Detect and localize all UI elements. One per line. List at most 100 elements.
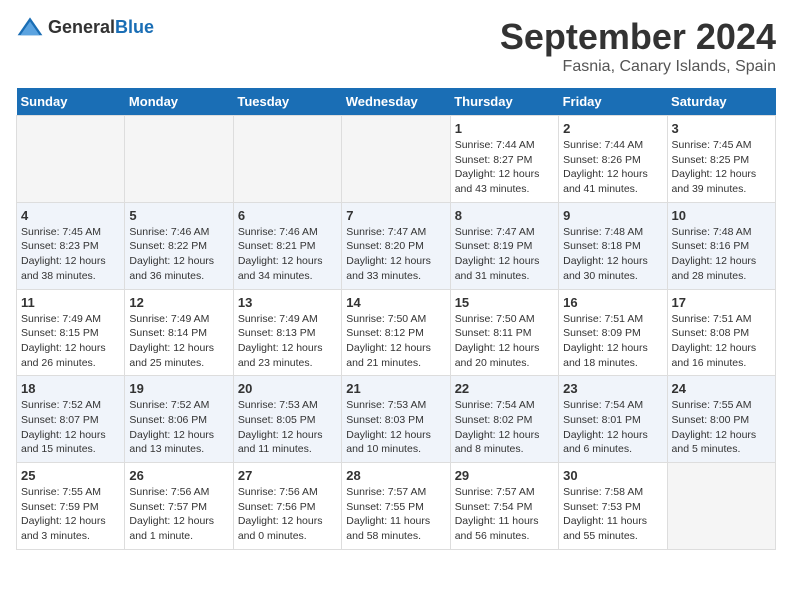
- day-cell-3: 3 Sunrise: 7:45 AMSunset: 8:25 PMDaylight…: [667, 116, 775, 203]
- day-cell-16: 16Sunrise: 7:51 AMSunset: 8:09 PMDayligh…: [559, 289, 667, 376]
- day-detail: Sunrise: 7:49 AMSunset: 8:15 PMDaylight:…: [21, 313, 106, 369]
- day-detail: Sunrise: 7:51 AMSunset: 8:08 PMDaylight:…: [672, 313, 757, 369]
- day-number: 8: [455, 208, 554, 223]
- day-cell-9: 9 Sunrise: 7:48 AMSunset: 8:18 PMDaylight…: [559, 202, 667, 289]
- logo-icon: [16, 16, 44, 38]
- day-detail: Sunrise: 7:56 AMSunset: 7:56 PMDaylight:…: [238, 486, 323, 542]
- day-number: 26: [129, 468, 228, 483]
- day-detail: Sunrise: 7:48 AMSunset: 8:16 PMDaylight:…: [672, 226, 757, 282]
- day-cell-10: 10 Sunrise: 7:48 AMSunset: 8:16 PMDayligh…: [667, 202, 775, 289]
- day-number: 14: [346, 295, 445, 310]
- day-number: 25: [21, 468, 120, 483]
- week-row-5: 25 Sunrise: 7:55 AMSunset: 7:59 PMDayligh…: [17, 463, 776, 550]
- day-cell-8: 8 Sunrise: 7:47 AMSunset: 8:19 PMDaylight…: [450, 202, 558, 289]
- day-detail: Sunrise: 7:57 AMSunset: 7:55 PMDaylight:…: [346, 486, 430, 542]
- day-detail: Sunrise: 7:56 AMSunset: 7:57 PMDaylight:…: [129, 486, 214, 542]
- calendar-title: September 2024: [500, 16, 776, 58]
- day-number: 20: [238, 381, 337, 396]
- day-number: 28: [346, 468, 445, 483]
- calendar-subtitle: Fasnia, Canary Islands, Spain: [500, 58, 776, 76]
- header-col-saturday: Saturday: [667, 88, 775, 116]
- day-cell-27: 27 Sunrise: 7:56 AMSunset: 7:56 PMDayligh…: [233, 463, 341, 550]
- day-cell-5: 5 Sunrise: 7:46 AMSunset: 8:22 PMDaylight…: [125, 202, 233, 289]
- day-number: 9: [563, 208, 662, 223]
- day-detail: Sunrise: 7:49 AMSunset: 8:14 PMDaylight:…: [129, 313, 214, 369]
- day-number: 16: [563, 295, 662, 310]
- day-detail: Sunrise: 7:53 AMSunset: 8:05 PMDaylight:…: [238, 399, 323, 455]
- day-number: 7: [346, 208, 445, 223]
- day-detail: Sunrise: 7:52 AMSunset: 8:06 PMDaylight:…: [129, 399, 214, 455]
- empty-cell: [125, 116, 233, 203]
- day-cell-20: 20 Sunrise: 7:53 AMSunset: 8:05 PMDayligh…: [233, 376, 341, 463]
- logo-general-text: General: [48, 17, 115, 37]
- day-number: 21: [346, 381, 445, 396]
- day-number: 18: [21, 381, 120, 396]
- day-number: 6: [238, 208, 337, 223]
- day-number: 1: [455, 121, 554, 136]
- day-number: 3: [672, 121, 771, 136]
- day-detail: Sunrise: 7:55 AMSunset: 7:59 PMDaylight:…: [21, 486, 106, 542]
- day-cell-28: 28 Sunrise: 7:57 AMSunset: 7:55 PMDayligh…: [342, 463, 450, 550]
- day-number: 17: [672, 295, 771, 310]
- day-detail: Sunrise: 7:50 AMSunset: 8:11 PMDaylight:…: [455, 313, 540, 369]
- day-detail: Sunrise: 7:52 AMSunset: 8:07 PMDaylight:…: [21, 399, 106, 455]
- day-detail: Sunrise: 7:46 AMSunset: 8:22 PMDaylight:…: [129, 226, 214, 282]
- day-detail: Sunrise: 7:48 AMSunset: 8:18 PMDaylight:…: [563, 226, 648, 282]
- week-row-3: 11 Sunrise: 7:49 AMSunset: 8:15 PMDayligh…: [17, 289, 776, 376]
- title-section: September 2024 Fasnia, Canary Islands, S…: [500, 16, 776, 76]
- day-number: 24: [672, 381, 771, 396]
- day-number: 27: [238, 468, 337, 483]
- day-number: 13: [238, 295, 337, 310]
- day-cell-25: 25 Sunrise: 7:55 AMSunset: 7:59 PMDayligh…: [17, 463, 125, 550]
- day-cell-12: 12 Sunrise: 7:49 AMSunset: 8:14 PMDayligh…: [125, 289, 233, 376]
- day-number: 30: [563, 468, 662, 483]
- calendar-table: SundayMondayTuesdayWednesdayThursdayFrid…: [16, 88, 776, 550]
- day-number: 12: [129, 295, 228, 310]
- empty-cell: [233, 116, 341, 203]
- day-number: 10: [672, 208, 771, 223]
- day-cell-21: 21 Sunrise: 7:53 AMSunset: 8:03 PMDayligh…: [342, 376, 450, 463]
- day-cell-1: 1Sunrise: 7:44 AMSunset: 8:27 PMDaylight…: [450, 116, 558, 203]
- empty-cell: [342, 116, 450, 203]
- page-header: GeneralBlue September 2024 Fasnia, Canar…: [16, 16, 776, 76]
- day-cell-29: 29 Sunrise: 7:57 AMSunset: 7:54 PMDayligh…: [450, 463, 558, 550]
- empty-cell: [667, 463, 775, 550]
- day-detail: Sunrise: 7:47 AMSunset: 8:19 PMDaylight:…: [455, 226, 540, 282]
- day-cell-4: 4 Sunrise: 7:45 AMSunset: 8:23 PMDaylight…: [17, 202, 125, 289]
- day-number: 23: [563, 381, 662, 396]
- day-cell-13: 13Sunrise: 7:49 AMSunset: 8:13 PMDayligh…: [233, 289, 341, 376]
- day-detail: Sunrise: 7:57 AMSunset: 7:54 PMDaylight:…: [455, 486, 539, 542]
- day-number: 15: [455, 295, 554, 310]
- day-cell-6: 6Sunrise: 7:46 AMSunset: 8:21 PMDaylight…: [233, 202, 341, 289]
- day-number: 2: [563, 121, 662, 136]
- day-cell-2: 2 Sunrise: 7:44 AMSunset: 8:26 PMDaylight…: [559, 116, 667, 203]
- day-number: 22: [455, 381, 554, 396]
- day-number: 5: [129, 208, 228, 223]
- day-detail: Sunrise: 7:58 AMSunset: 7:53 PMDaylight:…: [563, 486, 647, 542]
- day-cell-15: 15 Sunrise: 7:50 AMSunset: 8:11 PMDayligh…: [450, 289, 558, 376]
- day-number: 11: [21, 295, 120, 310]
- day-detail: Sunrise: 7:45 AMSunset: 8:25 PMDaylight:…: [672, 139, 757, 195]
- day-cell-30: 30 Sunrise: 7:58 AMSunset: 7:53 PMDayligh…: [559, 463, 667, 550]
- logo-blue-text: Blue: [115, 17, 154, 37]
- header-col-tuesday: Tuesday: [233, 88, 341, 116]
- day-cell-19: 19 Sunrise: 7:52 AMSunset: 8:06 PMDayligh…: [125, 376, 233, 463]
- day-cell-7: 7 Sunrise: 7:47 AMSunset: 8:20 PMDaylight…: [342, 202, 450, 289]
- day-detail: Sunrise: 7:44 AMSunset: 8:26 PMDaylight:…: [563, 139, 648, 195]
- logo: GeneralBlue: [16, 16, 154, 38]
- day-detail: Sunrise: 7:45 AMSunset: 8:23 PMDaylight:…: [21, 226, 106, 282]
- calendar-header-row: SundayMondayTuesdayWednesdayThursdayFrid…: [17, 88, 776, 116]
- day-detail: Sunrise: 7:47 AMSunset: 8:20 PMDaylight:…: [346, 226, 431, 282]
- empty-cell: [17, 116, 125, 203]
- day-detail: Sunrise: 7:53 AMSunset: 8:03 PMDaylight:…: [346, 399, 431, 455]
- day-number: 29: [455, 468, 554, 483]
- day-cell-22: 22 Sunrise: 7:54 AMSunset: 8:02 PMDayligh…: [450, 376, 558, 463]
- day-detail: Sunrise: 7:54 AMSunset: 8:02 PMDaylight:…: [455, 399, 540, 455]
- week-row-4: 18 Sunrise: 7:52 AMSunset: 8:07 PMDayligh…: [17, 376, 776, 463]
- day-cell-14: 14Sunrise: 7:50 AMSunset: 8:12 PMDayligh…: [342, 289, 450, 376]
- week-row-2: 4 Sunrise: 7:45 AMSunset: 8:23 PMDaylight…: [17, 202, 776, 289]
- day-number: 19: [129, 381, 228, 396]
- day-number: 4: [21, 208, 120, 223]
- day-detail: Sunrise: 7:54 AMSunset: 8:01 PMDaylight:…: [563, 399, 648, 455]
- header-col-monday: Monday: [125, 88, 233, 116]
